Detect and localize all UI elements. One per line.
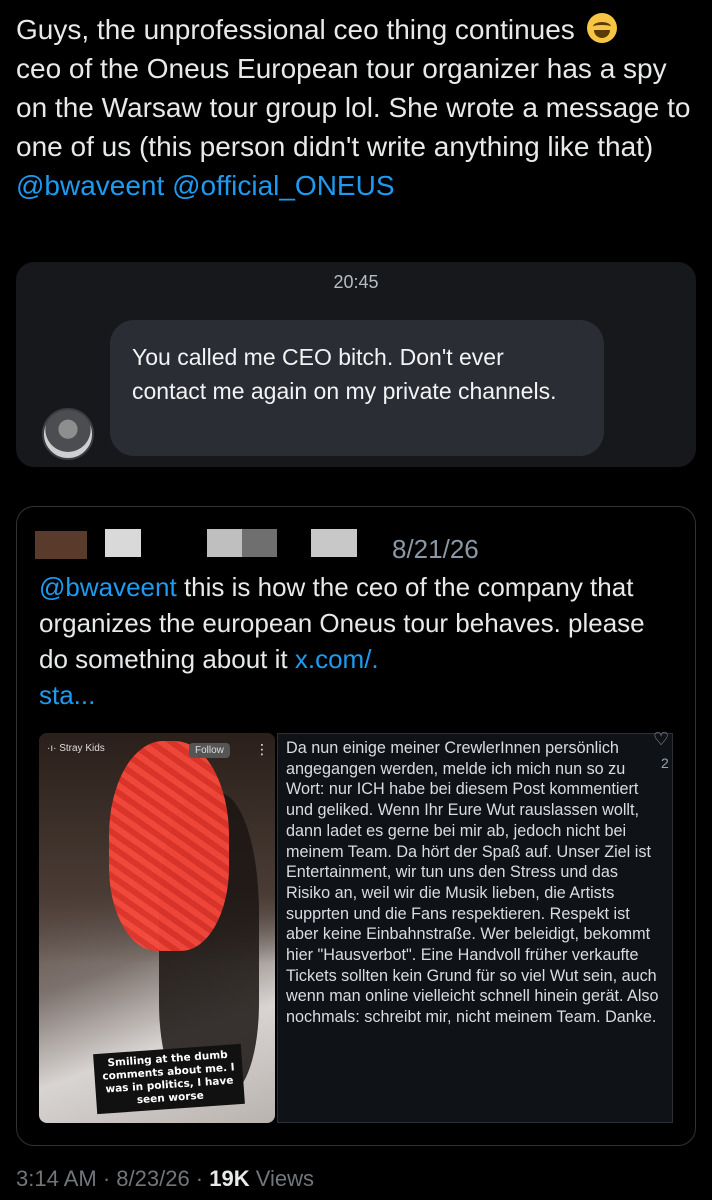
quote-text: @bwaveent this is how the ceo of the com… — [39, 569, 679, 713]
quote-link-continued[interactable]: sta... — [39, 680, 95, 710]
tweet-text-line: Guys, the unprofessional ceo thing conti… — [16, 14, 575, 45]
redaction-block — [105, 529, 141, 557]
mention-bwaveent-link[interactable]: @bwaveent — [39, 572, 177, 602]
tweet-time: 3:14 AM — [16, 1166, 97, 1191]
tweet-date: 8/23/26 — [116, 1166, 190, 1191]
avatar — [42, 408, 94, 460]
tweet-text-body: ceo of the Oneus European tour organizer… — [16, 53, 691, 162]
dm-message-bubble: You called me CEO bitch. Don't ever cont… — [110, 320, 604, 456]
quote-date: 8/21/26 — [392, 534, 479, 564]
mention-bwaveent-link[interactable]: @bwaveent — [16, 170, 164, 201]
like-count: 2 — [661, 755, 669, 771]
tweet-text: Guys, the unprofessional ceo thing conti… — [16, 10, 700, 205]
redaction-block — [207, 529, 277, 557]
instagram-story-image[interactable]: ·ı· Stray Kids Follow ⋮ Smiling at the d… — [39, 733, 275, 1123]
german-post-text: Da nun einige meiner CrewlerInnen persön… — [277, 733, 673, 1123]
views-label: Views — [255, 1166, 315, 1191]
story-caption: Smiling at the dumb comments about me. I… — [93, 1043, 245, 1115]
quoted-tweet[interactable]: 8/21/26 @bwaveent this is how the ceo of… — [16, 506, 696, 1146]
heart-icon: ♡ — [653, 729, 670, 749]
story-follow-button[interactable]: Follow — [189, 743, 230, 758]
redaction-block — [311, 529, 357, 557]
dm-timestamp: 20:45 — [333, 272, 379, 292]
story-account-label: ·ı· Stray Kids — [47, 743, 105, 754]
mention-official-oneus-link[interactable]: @official_ONEUS — [172, 170, 394, 201]
redaction-block — [35, 531, 87, 559]
laughing-crying-face-icon — [586, 13, 617, 43]
red-scribble-redaction — [109, 741, 229, 951]
dm-screenshot-image[interactable]: 20:45 You called me CEO bitch. Don't eve… — [16, 262, 696, 467]
tweet-metadata: 3:14 AM · 8/23/26 · 19K Views — [16, 1166, 315, 1191]
quote-link[interactable]: x.com/. — [295, 644, 379, 674]
views-count: 19K — [209, 1166, 250, 1191]
more-options-icon[interactable]: ⋮ — [255, 741, 269, 758]
